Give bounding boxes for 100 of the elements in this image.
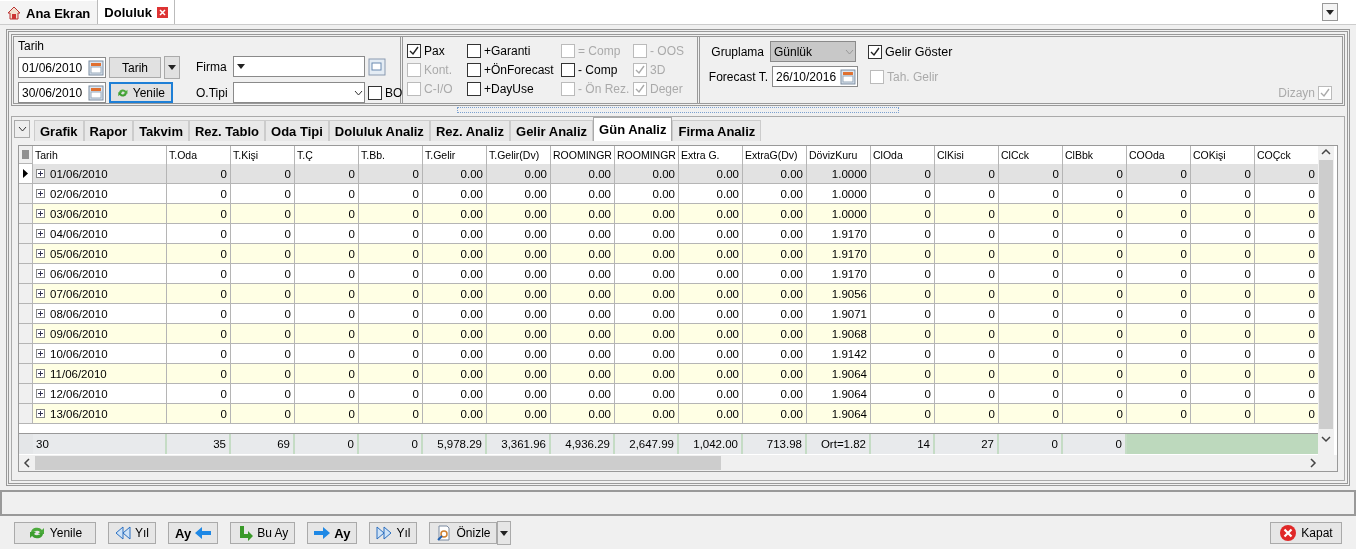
date-field[interactable]: 26/10/2016 (772, 66, 858, 87)
expand-icon[interactable] (36, 349, 45, 358)
field-label: Gruplama (710, 44, 764, 59)
scrollbar-thumb[interactable] (35, 456, 721, 470)
close-icon[interactable] (157, 6, 168, 18)
view-tab[interactable]: Takvim (133, 120, 189, 141)
table-row[interactable]: 01/06/2010 0 0 0 0 0.00 0.00 0.00 0.00 0.00 0.00 1.0000 0 0 0 0 0 0 0 (19, 164, 1318, 184)
dropdown-button[interactable] (164, 56, 180, 79)
table-cell: 0 (935, 204, 999, 224)
dropdown-button[interactable] (497, 521, 512, 545)
calendar-icon[interactable] (840, 68, 856, 85)
table-cell: 0.00 (487, 364, 551, 384)
scroll-down-icon[interactable] (1321, 433, 1331, 445)
table-cell: 0.00 (615, 324, 679, 344)
scrollbar-thumb[interactable] (1319, 160, 1333, 429)
expand-icon[interactable] (36, 189, 45, 198)
table-cell: 0 (1191, 204, 1255, 224)
checkbox[interactable] (561, 62, 575, 77)
table-cell: 09/06/2010 (50, 327, 108, 340)
view-tab[interactable]: Doluluk Analiz (328, 120, 430, 141)
company-combo[interactable] (233, 56, 365, 77)
toolbar-button[interactable]: Ay (307, 522, 358, 544)
table-cell: 04/06/2010 (50, 227, 108, 240)
toolbar-button[interactable]: Bu Ay (230, 522, 296, 544)
table-cell: 0.00 (487, 404, 551, 424)
table-row[interactable]: 09/06/2010 0 0 0 0 0.00 0.00 0.00 0.00 0.00 0.00 1.9068 0 0 0 0 0 0 0 (19, 324, 1318, 344)
expand-icon[interactable] (36, 249, 45, 258)
view-tab[interactable]: Gelir Analiz (510, 120, 594, 141)
view-tab[interactable]: Rez. Tablo (189, 120, 266, 141)
preview-button[interactable]: Önizle (429, 522, 498, 544)
caret-icon (168, 65, 176, 70)
table-cell: 0.00 (743, 244, 807, 264)
expand-icon[interactable] (36, 389, 45, 398)
view-tab[interactable]: Rez. Analiz (429, 120, 511, 141)
table-row[interactable]: 03/06/2010 0 0 0 0 0.00 0.00 0.00 0.00 0.00 0.00 1.0000 0 0 0 0 0 0 0 (19, 204, 1318, 224)
checkbox[interactable] (467, 81, 481, 96)
chevron-icon (354, 89, 363, 96)
calendar-icon[interactable] (88, 84, 104, 101)
view-tab[interactable]: Grafik (34, 120, 84, 141)
checkbox-label: Kont. (424, 62, 453, 77)
table-row[interactable]: 11/06/2010 0 0 0 0 0.00 0.00 0.00 0.00 0.00 0.00 1.9064 0 0 0 0 0 0 0 (19, 364, 1318, 384)
expand-icon[interactable] (36, 289, 45, 298)
menu-dropdown[interactable] (1322, 3, 1338, 21)
table-row[interactable]: 13/06/2010 0 0 0 0 0.00 0.00 0.00 0.00 0.00 0.00 1.9064 0 0 0 0 0 0 0 (19, 404, 1318, 424)
table-cell: 0.00 (423, 164, 487, 184)
toolbar-button[interactable]: Yıl (369, 522, 418, 544)
table-cell: 0 (1063, 164, 1127, 184)
toolbar-button[interactable]: Yıl (108, 522, 156, 544)
checkbox[interactable] (868, 44, 882, 59)
view-tab[interactable]: Firma Analiz (672, 120, 762, 141)
view-tab[interactable]: Gün Analiz (593, 117, 673, 141)
table-cell: 1.9056 (807, 284, 871, 304)
expand-icon[interactable] (36, 269, 45, 278)
field-label: Firma (196, 59, 228, 74)
checkbox[interactable] (467, 62, 481, 77)
expand-icon[interactable] (36, 409, 45, 418)
row-header[interactable] (19, 164, 33, 184)
table-cell: 0 (359, 364, 423, 384)
table-cell: 0 (231, 164, 295, 184)
date-type-button[interactable]: Tarih (109, 57, 161, 78)
window-tab[interactable]: Ana Ekran (0, 1, 98, 24)
expand-icon[interactable] (36, 229, 45, 238)
grouping-select[interactable]: Günlük (770, 41, 856, 62)
expand-icon[interactable] (36, 309, 45, 318)
checkbox[interactable] (407, 43, 421, 58)
checkbox[interactable] (368, 85, 382, 100)
collapse-button[interactable] (14, 120, 30, 138)
view-tab[interactable]: Rapor (83, 120, 134, 141)
window-tab[interactable]: Doluluk (97, 0, 175, 24)
table-cell: 0.00 (679, 284, 743, 304)
table-cell: 11/06/2010 (50, 367, 107, 380)
close-button[interactable]: Kapat (1270, 522, 1342, 544)
table-row[interactable]: 07/06/2010 0 0 0 0 0.00 0.00 0.00 0.00 0.00 0.00 1.9056 0 0 0 0 0 0 0 (19, 284, 1318, 304)
browse-icon[interactable] (368, 57, 386, 76)
refresh-button[interactable]: Yenile (109, 82, 173, 103)
table-cell: 0.00 (487, 244, 551, 264)
toolbar-button[interactable]: Yenile (14, 522, 96, 544)
expand-icon[interactable] (36, 209, 45, 218)
summary-cell: 0 (295, 434, 359, 454)
splitter-handle[interactable] (457, 107, 899, 113)
expand-icon[interactable] (36, 329, 45, 338)
table-cell: 0 (359, 404, 423, 424)
table-row[interactable]: 05/06/2010 0 0 0 0 0.00 0.00 0.00 0.00 0.00 0.00 1.9170 0 0 0 0 0 0 0 (19, 244, 1318, 264)
table-cell: 0.00 (551, 244, 615, 264)
date-field[interactable]: 01/06/2010 (18, 57, 106, 78)
scroll-left-icon[interactable] (23, 458, 31, 468)
date-field[interactable]: 30/06/2010 (18, 82, 106, 103)
table-cell: 0 (167, 324, 231, 344)
table-cell: 0 (1127, 284, 1191, 304)
calendar-icon[interactable] (88, 59, 104, 76)
view-tab[interactable]: Oda Tipi (265, 120, 329, 141)
table-cell: 0.00 (551, 404, 615, 424)
checkbox[interactable] (467, 43, 481, 58)
expand-icon[interactable] (36, 169, 45, 178)
table-cell: 0 (871, 404, 935, 424)
checkbox-label: Pax (424, 43, 445, 58)
scroll-right-icon[interactable] (1309, 458, 1317, 468)
table-cell: 0 (999, 404, 1063, 424)
expand-icon[interactable] (36, 369, 45, 378)
toolbar-button[interactable]: Ay (168, 522, 219, 544)
